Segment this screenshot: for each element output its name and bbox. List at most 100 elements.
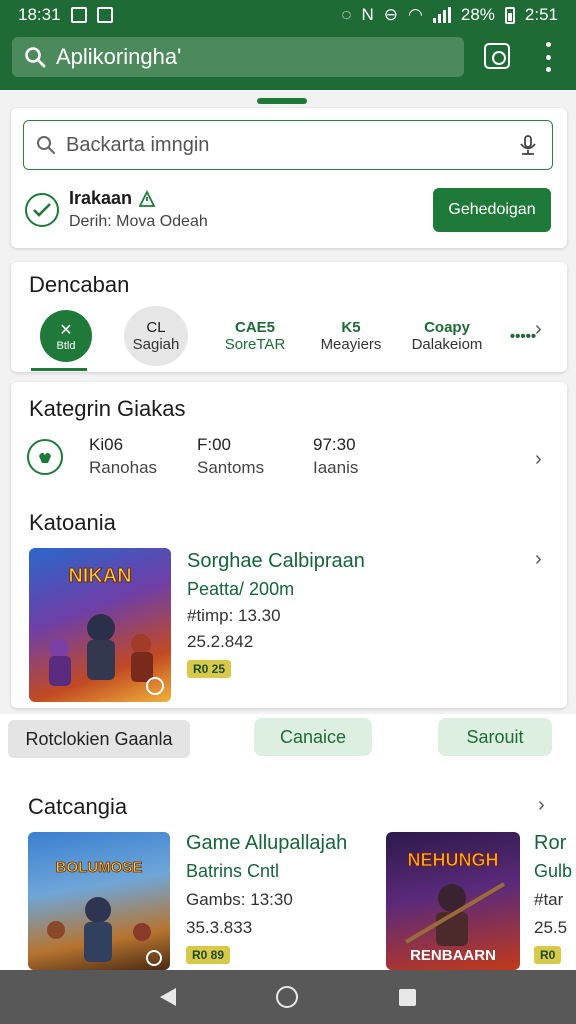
tab-label-0: Btld	[56, 340, 76, 352]
tab-more[interactable]: •••••	[495, 328, 551, 345]
alarm-icon: ◌	[341, 5, 352, 24]
search-card: Backarta imngin Irakaan Derih: Mova Odea…	[11, 108, 567, 248]
game-art-label: NIKAN	[68, 565, 131, 587]
discover-card: Dencaban ✕ Btld CL Sagiah CAE5 SoreTAR K…	[11, 262, 567, 372]
chevron-right-icon[interactable]: ›	[535, 548, 542, 571]
battery-icon	[504, 6, 515, 24]
chip-right[interactable]: Sarouit	[438, 718, 552, 756]
stat-label: Ranohas	[89, 457, 158, 477]
game-meta: 35.3.833	[186, 918, 253, 937]
action-button[interactable]: Gehedoigan	[433, 188, 551, 232]
tools-icon: ✕	[59, 322, 73, 339]
game-info[interactable]: Game Allupallajah Batrins Cntl Gambs: 13…	[186, 832, 376, 964]
game-meta: 25.5	[534, 918, 568, 937]
app-search-bar[interactable]: Aplikoringha'	[12, 37, 464, 77]
tab-active-circle: ✕ Btld	[40, 310, 92, 362]
tab-top-1: CL	[146, 319, 166, 336]
more-options-icon[interactable]	[540, 42, 556, 72]
game-subtitle: Peatta/ 200m	[187, 579, 295, 599]
chip-middle[interactable]: Canaice	[254, 718, 372, 756]
battery-percent: 28%	[460, 5, 495, 24]
dnd-icon: ⊖	[383, 5, 399, 24]
featured-game-info[interactable]: Sorghae Calbipraan Peatta/ 200m #timp: 1…	[187, 550, 365, 678]
home-icon[interactable]	[276, 986, 299, 1008]
chip-left[interactable]: Rotclokien Gaanla	[8, 720, 190, 758]
stat-item: Ki06 Ranohas	[89, 434, 171, 480]
stat-label: Iaanis	[313, 457, 359, 477]
tab-0[interactable]: ✕ Btld	[27, 310, 105, 362]
search-placeholder: Backarta imngin	[66, 133, 210, 156]
game-title: Game Allupallajah	[186, 832, 348, 854]
status-time: 18:31	[18, 5, 61, 24]
game-art-label: BOLUMOSE	[56, 859, 143, 876]
tab-label-4: Dalakeiom	[411, 336, 483, 353]
drag-handle[interactable]	[257, 98, 307, 104]
warning-icon	[138, 189, 156, 207]
notification-icon	[70, 7, 87, 23]
game-subtitle: Batrins Cntl	[186, 861, 280, 881]
filter-chips: Rotclokien Gaanla Canaice Sarouit	[0, 710, 576, 760]
rating-badge: R0 89	[186, 946, 231, 964]
discover-title: Dencaban	[29, 272, 130, 297]
stat-value: 97:30	[313, 435, 356, 454]
more-dots: •••••	[509, 327, 537, 345]
checkmark-icon	[25, 192, 59, 227]
puzzle-icon	[27, 438, 63, 475]
tab-2[interactable]: CAE5 SoreTAR	[207, 319, 303, 353]
chevron-right-icon[interactable]: ›	[538, 794, 545, 817]
verified-subtitle: Derih: Mova Odeah	[69, 213, 208, 230]
category-stats-row[interactable]: Ki06 Ranohas F:00 Santoms 97:30 Iaanis	[27, 434, 358, 480]
categories-title: Kategrin Giakas	[29, 396, 186, 421]
tab-top-2: CAE5	[234, 319, 275, 336]
camera-icon[interactable]	[484, 43, 510, 69]
mic-icon[interactable]	[516, 133, 540, 157]
tab-3[interactable]: K5 Meayiers	[303, 319, 399, 353]
signal-icon	[432, 7, 451, 23]
tab-1[interactable]: CL Sagiah	[105, 306, 207, 366]
game-thumbnail[interactable]: NEHUNGH RENBAARN	[386, 832, 520, 970]
game-thumbnail[interactable]: NIKAN	[29, 548, 171, 702]
notification-icon-2	[96, 7, 113, 23]
tab-underline	[31, 368, 87, 371]
stat-value: Ki06	[89, 435, 124, 454]
status-bar: 18:31 ◌ N ⊖ ◠ 28% 2:51	[0, 0, 576, 30]
tab-label-1: Sagiah	[132, 336, 180, 353]
tab-grey-circle: CL Sagiah	[124, 306, 188, 366]
game-art-bottom-label: RENBAARN	[410, 947, 496, 964]
bottom-section-title: Catcangia	[28, 794, 128, 819]
app-search-text: Aplikoringha'	[56, 44, 182, 69]
game-thumbnail[interactable]: BOLUMOSE	[28, 832, 170, 970]
game-art-label: NEHUNGH	[407, 850, 498, 870]
stat-item: 97:30 Iaanis	[313, 434, 358, 480]
status-clock-right: 2:51	[524, 5, 558, 24]
game-meta: #tar	[534, 890, 564, 909]
system-nav-bar	[0, 970, 576, 1024]
game-meta: #timp: 13.30	[187, 606, 281, 625]
category-tabs: ✕ Btld CL Sagiah CAE5 SoreTAR K5 Meayier…	[27, 306, 551, 366]
verified-status: Irakaan Derih: Mova Odeah	[25, 188, 208, 231]
bottom-section: Catcangia › BOLUMOSE Game Allupallajah B…	[0, 760, 576, 970]
tab-label-2: SoreTAR	[224, 336, 286, 353]
chevron-right-icon[interactable]: ›	[535, 448, 542, 471]
game-meta: Gambs: 13:30	[186, 890, 293, 909]
chevron-right-icon[interactable]: ›	[535, 318, 542, 341]
game-meta: 25.2.842	[187, 632, 254, 651]
recents-icon[interactable]	[398, 988, 416, 1006]
nfc-icon: N	[361, 5, 374, 24]
tab-top-3: K5	[341, 319, 361, 336]
wifi-icon: ◠	[408, 5, 423, 24]
rating-badge: R0 25	[187, 660, 232, 678]
app-bar: Aplikoringha'	[0, 30, 576, 90]
verified-title: Irakaan	[69, 188, 133, 208]
game-title: Sorghae Calbipraan	[187, 550, 365, 572]
game-title: Ror	[534, 832, 567, 854]
back-icon[interactable]	[160, 988, 177, 1006]
tab-label-3: Meayiers	[320, 336, 382, 353]
tab-4[interactable]: Coapy Dalakeiom	[399, 319, 495, 353]
tab-top-4: Coapy	[424, 319, 470, 336]
game-info[interactable]: Ror Gulb #tar 25.5 R0	[534, 832, 576, 964]
categories-card: Kategrin Giakas Ki06 Ranohas F:00 Santom…	[11, 382, 567, 708]
game-subtitle: Gulb	[534, 861, 573, 881]
search-input[interactable]: Backarta imngin	[23, 120, 553, 170]
search-icon	[25, 47, 46, 68]
